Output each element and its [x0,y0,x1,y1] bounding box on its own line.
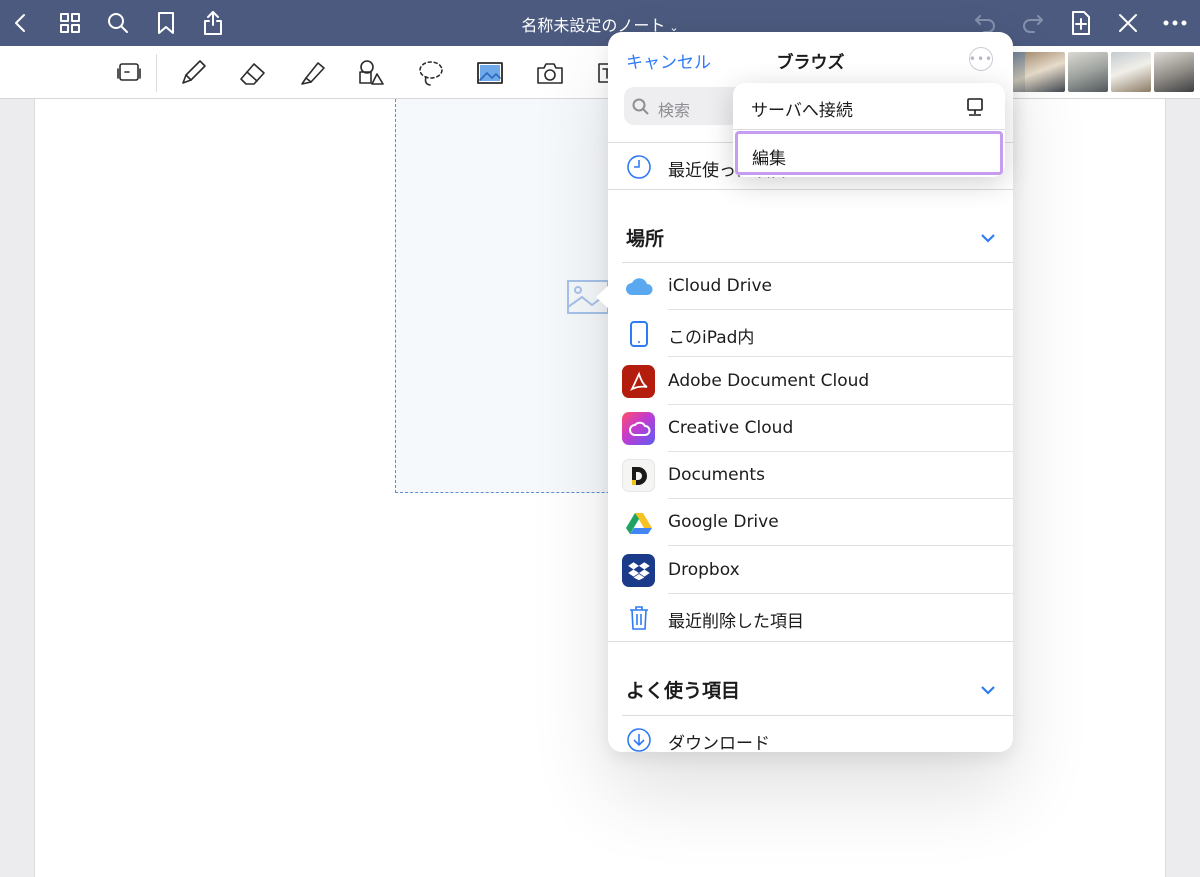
connect-server-label: サーバへ接続 [751,101,853,121]
location-row-icloud[interactable]: iCloud Drive [608,263,1013,310]
row-divider [668,356,1013,357]
add-page-icon[interactable] [1066,8,1096,38]
icloud-icon [622,270,655,303]
photo-thumbnail[interactable] [1068,52,1108,92]
edit-menu-item[interactable]: 編集 [735,131,1003,175]
location-label: Dropbox [668,560,740,580]
edit-label: 編集 [752,149,786,169]
highlighter-icon[interactable] [295,56,329,90]
search-placeholder: 検索 [658,101,691,120]
download-icon [622,723,655,752]
photo-thumbnail[interactable] [1154,52,1194,92]
browse-title: ブラウズ [776,53,845,73]
redo-icon[interactable] [1018,8,1048,38]
location-row-recently-deleted[interactable]: 最近削除した項目 [608,594,1013,641]
image-icon[interactable] [473,56,507,90]
more-icon[interactable] [1160,8,1190,38]
search-icon [632,98,649,115]
camera-icon[interactable] [533,56,567,90]
photo-thumbnail[interactable] [1111,52,1151,92]
more-options-menu: サーバへ接続 編集 [733,83,1005,177]
location-label: Creative Cloud [668,418,794,438]
chevron-down-icon[interactable] [978,680,998,700]
dropbox-icon [622,554,655,587]
favorite-label: ダウンロード [668,734,770,752]
document-scan-icon[interactable] [112,56,146,90]
lasso-icon[interactable] [414,56,448,90]
clock-icon [627,155,651,179]
location-row-ipad[interactable]: このiPad内 [608,310,1013,357]
menu-divider [733,129,1005,130]
trash-icon [622,601,655,634]
location-label: このiPad内 [668,328,755,348]
divider [608,189,1013,190]
favorites-header: よく使う項目 [626,680,741,702]
photo-thumbnail[interactable] [1025,52,1065,92]
favorite-row-downloads[interactable]: ダウンロード [608,716,1013,752]
server-icon [967,98,983,116]
creative-cloud-icon [622,412,655,445]
locations-header: 場所 [626,228,665,250]
pen-icon[interactable] [176,56,210,90]
tool-bar [0,46,1200,99]
location-row-creative-cloud[interactable]: Creative Cloud [608,405,1013,452]
divider [608,641,1013,642]
close-pen-icon[interactable] [1113,8,1143,38]
eraser-icon[interactable] [236,56,270,90]
more-options-button[interactable]: ••• [969,47,993,71]
location-row-adobe[interactable]: Adobe Document Cloud [608,358,1013,405]
google-drive-icon [622,506,655,539]
location-label: Adobe Document Cloud [668,371,870,391]
location-label: Documents [668,465,765,485]
connect-server-item[interactable]: サーバへ接続 [733,83,1005,129]
documents-app-icon [622,459,655,492]
location-row-google-drive[interactable]: Google Drive [608,499,1013,546]
location-label: iCloud Drive [668,276,773,296]
location-label: 最近削除した項目 [668,612,804,632]
ipad-icon [622,317,655,350]
adobe-acrobat-icon [622,365,655,398]
location-label: Google Drive [668,512,779,532]
toolbar-divider [156,54,157,92]
row-divider [668,545,1013,546]
shapes-icon[interactable] [354,56,388,90]
location-row-documents[interactable]: Documents [608,452,1013,499]
chevron-down-icon[interactable] [978,228,998,248]
top-bar: 名称未設定のノート ⌄ [0,0,1200,46]
location-row-dropbox[interactable]: Dropbox [608,547,1013,594]
